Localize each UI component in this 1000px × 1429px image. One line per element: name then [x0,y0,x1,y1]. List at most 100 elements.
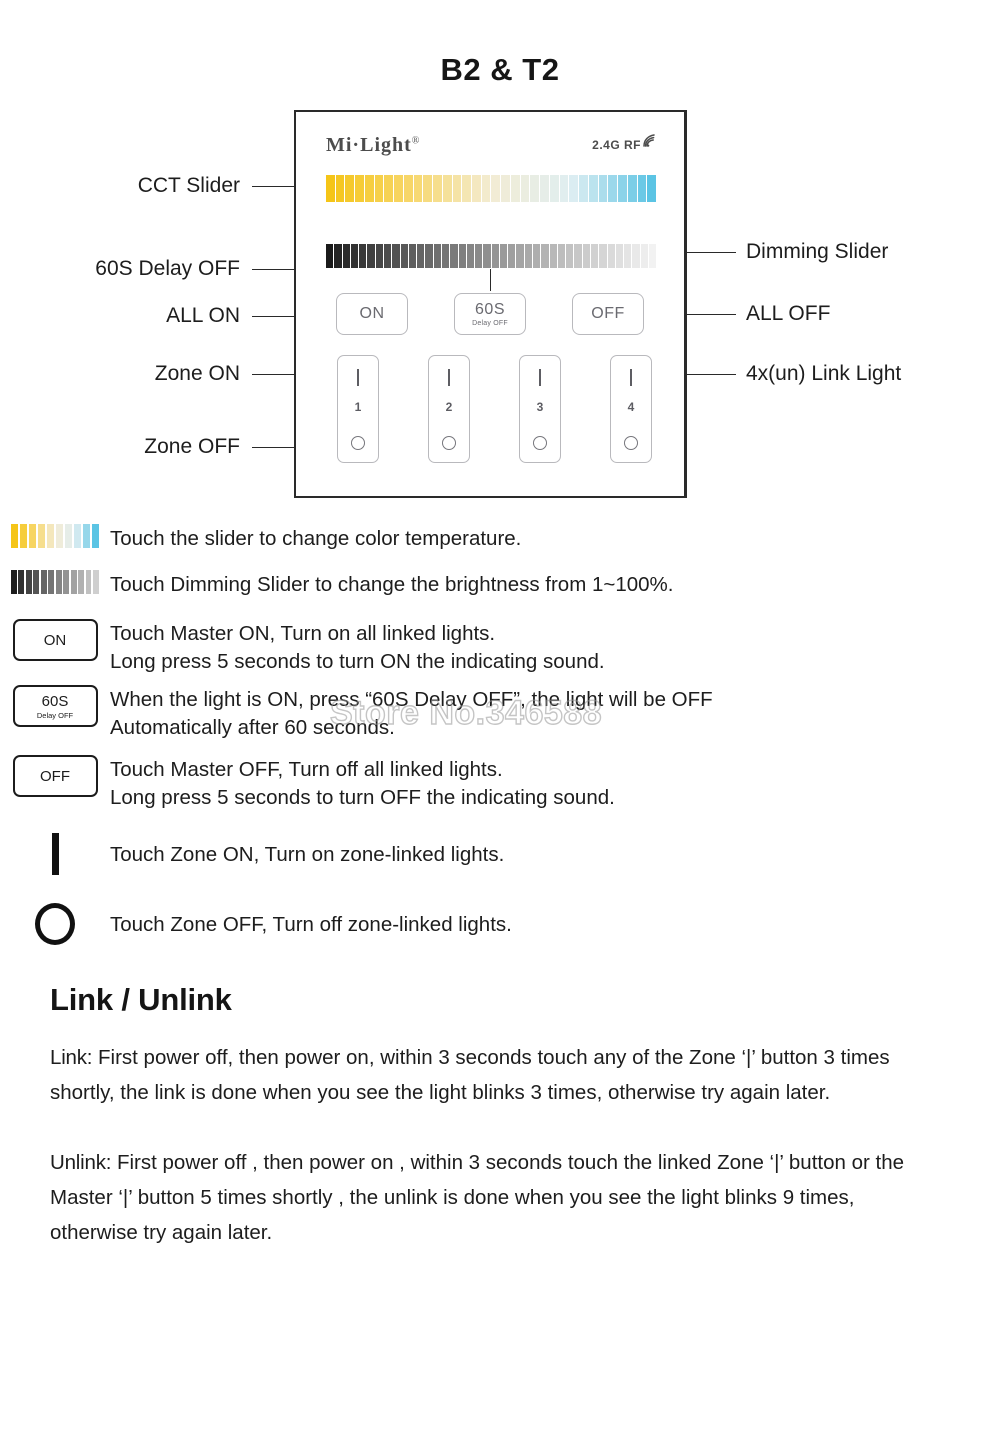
rf-badge: 2.4G RF [592,134,658,152]
left-leader-rail [294,110,295,498]
delay-off-label-big: 60S [475,301,505,318]
zone-number-label: 1 [354,400,362,414]
legend-list: Touch the slider to change color tempera… [0,524,1000,961]
cct-slider-bar [433,175,442,202]
dimming-swatch-bar [63,570,70,594]
dimming-slider-bar [433,244,441,268]
dimming-slider-bar [475,244,483,268]
dimming-slider-bar [599,244,607,268]
brand-name: Mi·Light [326,134,412,156]
cct-swatch-bar [28,524,37,548]
zone-on-icon[interactable] [448,369,450,386]
dimming-slider-bar [375,244,383,268]
cct-slider[interactable] [326,175,656,202]
cct-slider-bar [335,175,345,202]
legend-item: OFF Touch Master OFF, Turn off all linke… [0,755,1000,817]
callout-link-light: 4x(un) Link Light [746,362,902,385]
dimming-swatch-bar [70,570,77,594]
master-off-button[interactable]: OFF [572,293,644,335]
zone-off-icon[interactable] [351,436,365,450]
cct-slider-bar [588,175,598,202]
cct-slider-bar [520,175,530,202]
legend-line: When the light is ON, press “60S Delay O… [110,688,713,711]
zone-button-1[interactable]: 1 [337,355,379,463]
unlink-paragraph: Unlink: First power off , then power on … [50,1145,934,1250]
legend-text: Touch Dimming Slider to change the brigh… [110,570,673,599]
dimming-slider-bar [450,244,458,268]
legend-icon-cell [0,903,110,945]
zone-on-icon[interactable] [357,369,359,386]
zone-off-icon[interactable] [442,436,456,450]
dimming-slider-bar [615,244,624,268]
delay-off-button[interactable]: 60S Delay OFF [454,293,526,335]
master-on-button[interactable]: ON [336,293,408,335]
dimming-swatch-bar [18,570,25,594]
callout-all-off: ALL OFF [746,302,831,325]
cct-slider-bar [472,175,481,202]
delay-button-swatch: 60S Delay OFF [12,685,98,727]
dimming-slider-bar [541,244,549,268]
legend-text: When the light is ON, press “60S Delay O… [110,685,713,742]
delay-button-swatch-label-big: 60S [41,692,69,710]
cct-slider-bar [384,175,394,202]
cct-swatch-bar [11,524,19,548]
cct-slider-bar [501,175,510,202]
cct-slider-bar [355,175,364,202]
dimming-slider[interactable] [326,244,657,268]
zone-off-icon[interactable] [624,436,638,450]
cct-slider-bar [403,175,413,202]
dimming-slider-bar [582,244,590,268]
zone-on-icon[interactable] [539,369,541,386]
cct-slider-bar [540,175,549,202]
dimming-swatch-bar [33,570,40,594]
delay-button-swatch-label-small: Delay OFF [36,710,74,720]
cct-swatch-bar [64,524,73,548]
cct-slider-bar [442,175,452,202]
delay-off-label-small: Delay OFF [472,320,508,327]
cct-slider-bar [364,175,374,202]
legend-item: Touch Dimming Slider to change the brigh… [0,570,1000,615]
zone-off-icon[interactable] [533,436,547,450]
dimming-slider-bar [491,244,499,268]
zone-button-4[interactable]: 4 [610,355,652,463]
zone-button-3[interactable]: 3 [519,355,561,463]
on-button-swatch: ON [12,619,98,661]
dimming-slider-bar [408,244,417,268]
legend-line: Touch the slider to change color tempera… [110,527,522,550]
unlink-body: First power off , then power on , within… [50,1151,905,1244]
dimming-slider-bar [326,244,334,268]
legend-line: Touch Dimming Slider to change the brigh… [110,573,674,596]
cct-slider-bar [423,175,433,202]
dimming-swatch-bar [11,570,17,594]
legend-line: Long press 5 seconds to turn ON the indi… [110,650,605,673]
legend-line: Touch Zone ON, Turn on zone-linked light… [110,842,505,866]
dimming-slider-bar [466,244,475,268]
cct-slider-bar [647,175,656,202]
cct-slider-bar [462,175,472,202]
registered-mark: ® [411,135,421,147]
dimming-slider-bar [648,244,657,268]
zone-button-2[interactable]: 2 [428,355,470,463]
cct-slider-bar [452,175,462,202]
dimming-swatch-bar [25,570,32,594]
callout-all-on: ALL ON [166,304,240,327]
dimming-swatch-bar [48,570,55,594]
page-title: B2 & T2 [440,52,560,87]
cct-slider-bar [627,175,637,202]
legend-icon-cell [0,833,110,875]
legend-icon-cell: 60S Delay OFF [0,685,110,727]
zone-on-icon[interactable] [630,369,632,386]
cct-slider-bar [374,175,384,202]
device-panel: Mi·Light® 2.4G RF ON 60S Delay OFF OFF 1… [294,110,686,498]
dimming-slider-bar [417,244,425,268]
zone-number-label: 3 [536,400,544,414]
master-off-label: OFF [591,305,625,322]
legend-text: Touch the slider to change color tempera… [110,524,521,553]
zone-number-label: 2 [445,400,453,414]
dimming-swatch-bar [40,570,47,594]
cct-slider-bar [579,175,588,202]
instruction-sheet: B2 & T2 CCT Slider 60S Delay OFF ALL ON … [0,0,1000,1429]
link-paragraph: Link: First power off, then power on, wi… [50,1040,934,1110]
legend-item: Touch Zone OFF, Turn off zone-linked lig… [0,891,1000,957]
dimming-swatch-bar [78,570,85,594]
